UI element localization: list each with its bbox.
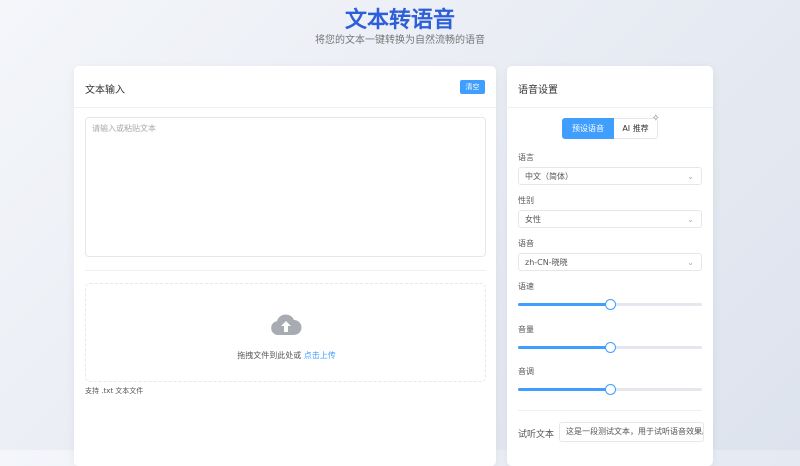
gender-label: 性别 bbox=[518, 196, 534, 205]
text-input-card: 文本输入 清空 请输入或粘贴文本 拖拽文件到此处或 点击上传 支持 .txt 文… bbox=[74, 66, 496, 466]
language-select[interactable]: 中文（简体） ⌄ bbox=[518, 167, 702, 185]
chevron-down-icon: ⌄ bbox=[687, 258, 694, 267]
slider-thumb[interactable] bbox=[604, 384, 616, 395]
slider-thumb[interactable] bbox=[604, 299, 616, 310]
voice-select[interactable]: zh-CN-晓晓 ⌄ bbox=[518, 253, 702, 271]
divider bbox=[74, 107, 496, 108]
volume-label: 音量 bbox=[518, 324, 534, 334]
text-input[interactable]: 请输入或粘贴文本 bbox=[85, 117, 486, 257]
tab-label: AI 推荐 bbox=[622, 124, 649, 133]
preview-text-input[interactable]: 这是一段测试文本，用于试听语音效果。 bbox=[559, 422, 704, 442]
speed-label: 语速 bbox=[518, 282, 534, 291]
slider-fill bbox=[518, 345, 610, 349]
card-title: 文本输入 bbox=[85, 85, 125, 96]
divider bbox=[85, 270, 486, 271]
tab-preset-voice[interactable]: 预设语音 bbox=[562, 118, 614, 139]
upload-hint: 支持 .txt 文本文件 bbox=[85, 387, 144, 395]
upload-dropzone[interactable]: 拖拽文件到此处或 点击上传 bbox=[85, 283, 486, 382]
clear-button[interactable]: 清空 bbox=[460, 80, 485, 94]
speed-slider[interactable] bbox=[518, 299, 702, 310]
chevron-down-icon: ⌄ bbox=[687, 172, 694, 181]
volume-slider[interactable] bbox=[518, 341, 702, 353]
divider bbox=[507, 107, 713, 108]
chevron-down-icon: ⌄ bbox=[687, 215, 694, 224]
slider-fill bbox=[518, 303, 610, 306]
divider bbox=[518, 410, 702, 411]
select-value: zh-CN-晓晓 bbox=[525, 258, 568, 267]
pitch-label: 音调 bbox=[518, 367, 534, 376]
select-value: 中文（简体） bbox=[525, 172, 573, 181]
slider-fill bbox=[518, 388, 610, 391]
upload-prompt: 拖拽文件到此处或 bbox=[237, 351, 302, 360]
card-title: 语音设置 bbox=[518, 85, 558, 96]
language-label: 语言 bbox=[518, 153, 534, 162]
page-title: 文本转语音 bbox=[344, 8, 455, 33]
page-subtitle: 将您的文本一键转换为自然流畅的语音 bbox=[315, 35, 485, 46]
voice-settings-card: 语音设置 预设语音 AI 推荐 ✧ 语言 中文（简体） ⌄ 性别 女性 ⌄ 语音 z… bbox=[507, 66, 713, 466]
pitch-slider[interactable] bbox=[518, 384, 702, 395]
select-value: 女性 bbox=[525, 215, 541, 224]
gender-select[interactable]: 女性 ⌄ bbox=[518, 210, 702, 228]
preview-label: 试听文本 bbox=[518, 430, 555, 440]
cloud-upload-icon bbox=[271, 314, 302, 335]
voice-label: 语音 bbox=[518, 239, 534, 248]
upload-link[interactable]: 点击上传 bbox=[304, 351, 336, 360]
slider-thumb[interactable] bbox=[604, 341, 616, 353]
sparkle-icon: ✧ bbox=[651, 113, 660, 124]
tab-ai-recommend[interactable]: AI 推荐 ✧ bbox=[614, 113, 660, 139]
